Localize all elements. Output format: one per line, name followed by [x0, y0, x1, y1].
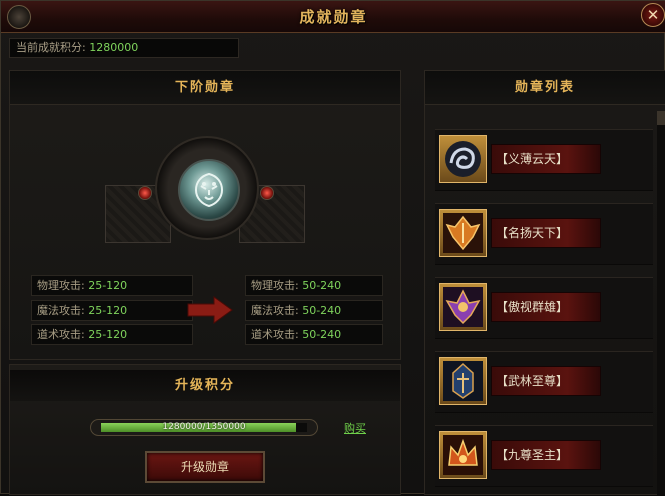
- next-stat-row: 物理攻击: 50-240: [245, 275, 383, 296]
- medal-frame: [155, 136, 259, 240]
- medal-name: 【九尊圣主】: [491, 440, 601, 470]
- medal-badge-frame: [439, 431, 487, 479]
- medal-badge-frame: [439, 209, 487, 257]
- stat-value: 25-120: [88, 328, 128, 341]
- medal-list-item[interactable]: 【九尊圣主】: [435, 425, 653, 487]
- window-title: 成就勋章: [299, 8, 368, 26]
- upgrade-progress-bar: 1280000/1350000: [90, 419, 318, 436]
- lion-medal-icon[interactable]: [178, 159, 240, 221]
- current-stat-row: 物理攻击: 25-120: [31, 275, 193, 296]
- next-medal-panel: 下阶勋章 物理攻击: 25-120 魔法攻击: 25-120 道术攻击: 25-…: [9, 70, 401, 360]
- phoenix-medal-icon: [443, 213, 483, 253]
- next-stat-row: 魔法攻击: 50-240: [245, 300, 383, 321]
- upgrade-panel: 升级积分 1280000/1350000 购买 升级勋章: [9, 364, 401, 495]
- medal-list-scrollbar[interactable]: [657, 111, 665, 495]
- close-button[interactable]: ✕: [641, 3, 665, 27]
- stat-value: 50-240: [302, 279, 342, 292]
- current-stat-row: 道术攻击: 25-120: [31, 324, 193, 345]
- stat-name: 魔法攻击:: [37, 304, 85, 317]
- stat-value: 50-240: [302, 304, 342, 317]
- medal-list-title: 勋章列表: [425, 71, 665, 105]
- stat-name: 道术攻击:: [251, 328, 299, 341]
- stat-name: 物理攻击:: [37, 279, 85, 292]
- medal-name: 【义薄云天】: [491, 144, 601, 174]
- medal-list-item[interactable]: 【傲视群雄】: [435, 277, 653, 339]
- medal-list-item[interactable]: 【武林至尊】: [435, 351, 653, 413]
- winged-medal-icon: [443, 287, 483, 327]
- stat-name: 魔法攻击:: [251, 304, 299, 317]
- medal-list: 【义薄云天】 【名扬天下】 【傲视群雄】 【武林至尊】 【九尊圣主】: [435, 121, 653, 496]
- red-gem-icon: [260, 186, 274, 200]
- medal-list-panel: 勋章列表 【义薄云天】 【名扬天下】 【傲视群雄】 【武林至尊】 【九尊圣主】: [424, 70, 665, 495]
- medal-list-item[interactable]: 【名扬天下】: [435, 203, 653, 265]
- upgrade-title: 升级积分: [10, 370, 400, 401]
- current-stat-row: 魔法攻击: 25-120: [31, 300, 193, 321]
- progress-text: 1280000/1350000: [162, 422, 246, 432]
- swirl-medal-icon: [445, 141, 481, 177]
- score-label: 当前成就积分:: [16, 41, 86, 54]
- stat-value: 25-120: [88, 304, 128, 317]
- stat-name: 道术攻击:: [37, 328, 85, 341]
- medal-name: 【名扬天下】: [491, 218, 601, 248]
- medal-display: [105, 131, 305, 281]
- red-gem-icon: [138, 186, 152, 200]
- next-stat-row: 道术攻击: 50-240: [245, 324, 383, 345]
- medal-badge-frame: [439, 283, 487, 331]
- achievement-score: 当前成就积分: 1280000: [9, 38, 239, 58]
- helmet-medal-icon: [443, 361, 483, 401]
- title-bar: 成就勋章 ✕: [1, 1, 665, 33]
- medal-badge-frame: [439, 135, 487, 183]
- score-value: 1280000: [89, 41, 139, 54]
- achievement-medal-window: 成就勋章 ✕ 当前成就积分: 1280000 下阶勋章 物理攻击: 25-120…: [0, 0, 665, 495]
- stat-value: 50-240: [302, 328, 342, 341]
- arrow-right-icon: [187, 296, 233, 324]
- next-medal-title: 下阶勋章: [10, 71, 400, 105]
- medal-name: 【武林至尊】: [491, 366, 601, 396]
- scroll-thumb[interactable]: [657, 111, 665, 125]
- buy-link[interactable]: 购买: [344, 420, 366, 436]
- crown-medal-icon: [443, 435, 483, 475]
- progress-track-inner: 1280000/1350000: [101, 423, 307, 432]
- medal-name: 【傲视群雄】: [491, 292, 601, 322]
- medal-list-item[interactable]: 【义薄云天】: [435, 129, 653, 191]
- stat-name: 物理攻击:: [251, 279, 299, 292]
- upgrade-medal-button[interactable]: 升级勋章: [145, 451, 265, 483]
- medal-badge-frame: [439, 357, 487, 405]
- stat-value: 25-120: [88, 279, 128, 292]
